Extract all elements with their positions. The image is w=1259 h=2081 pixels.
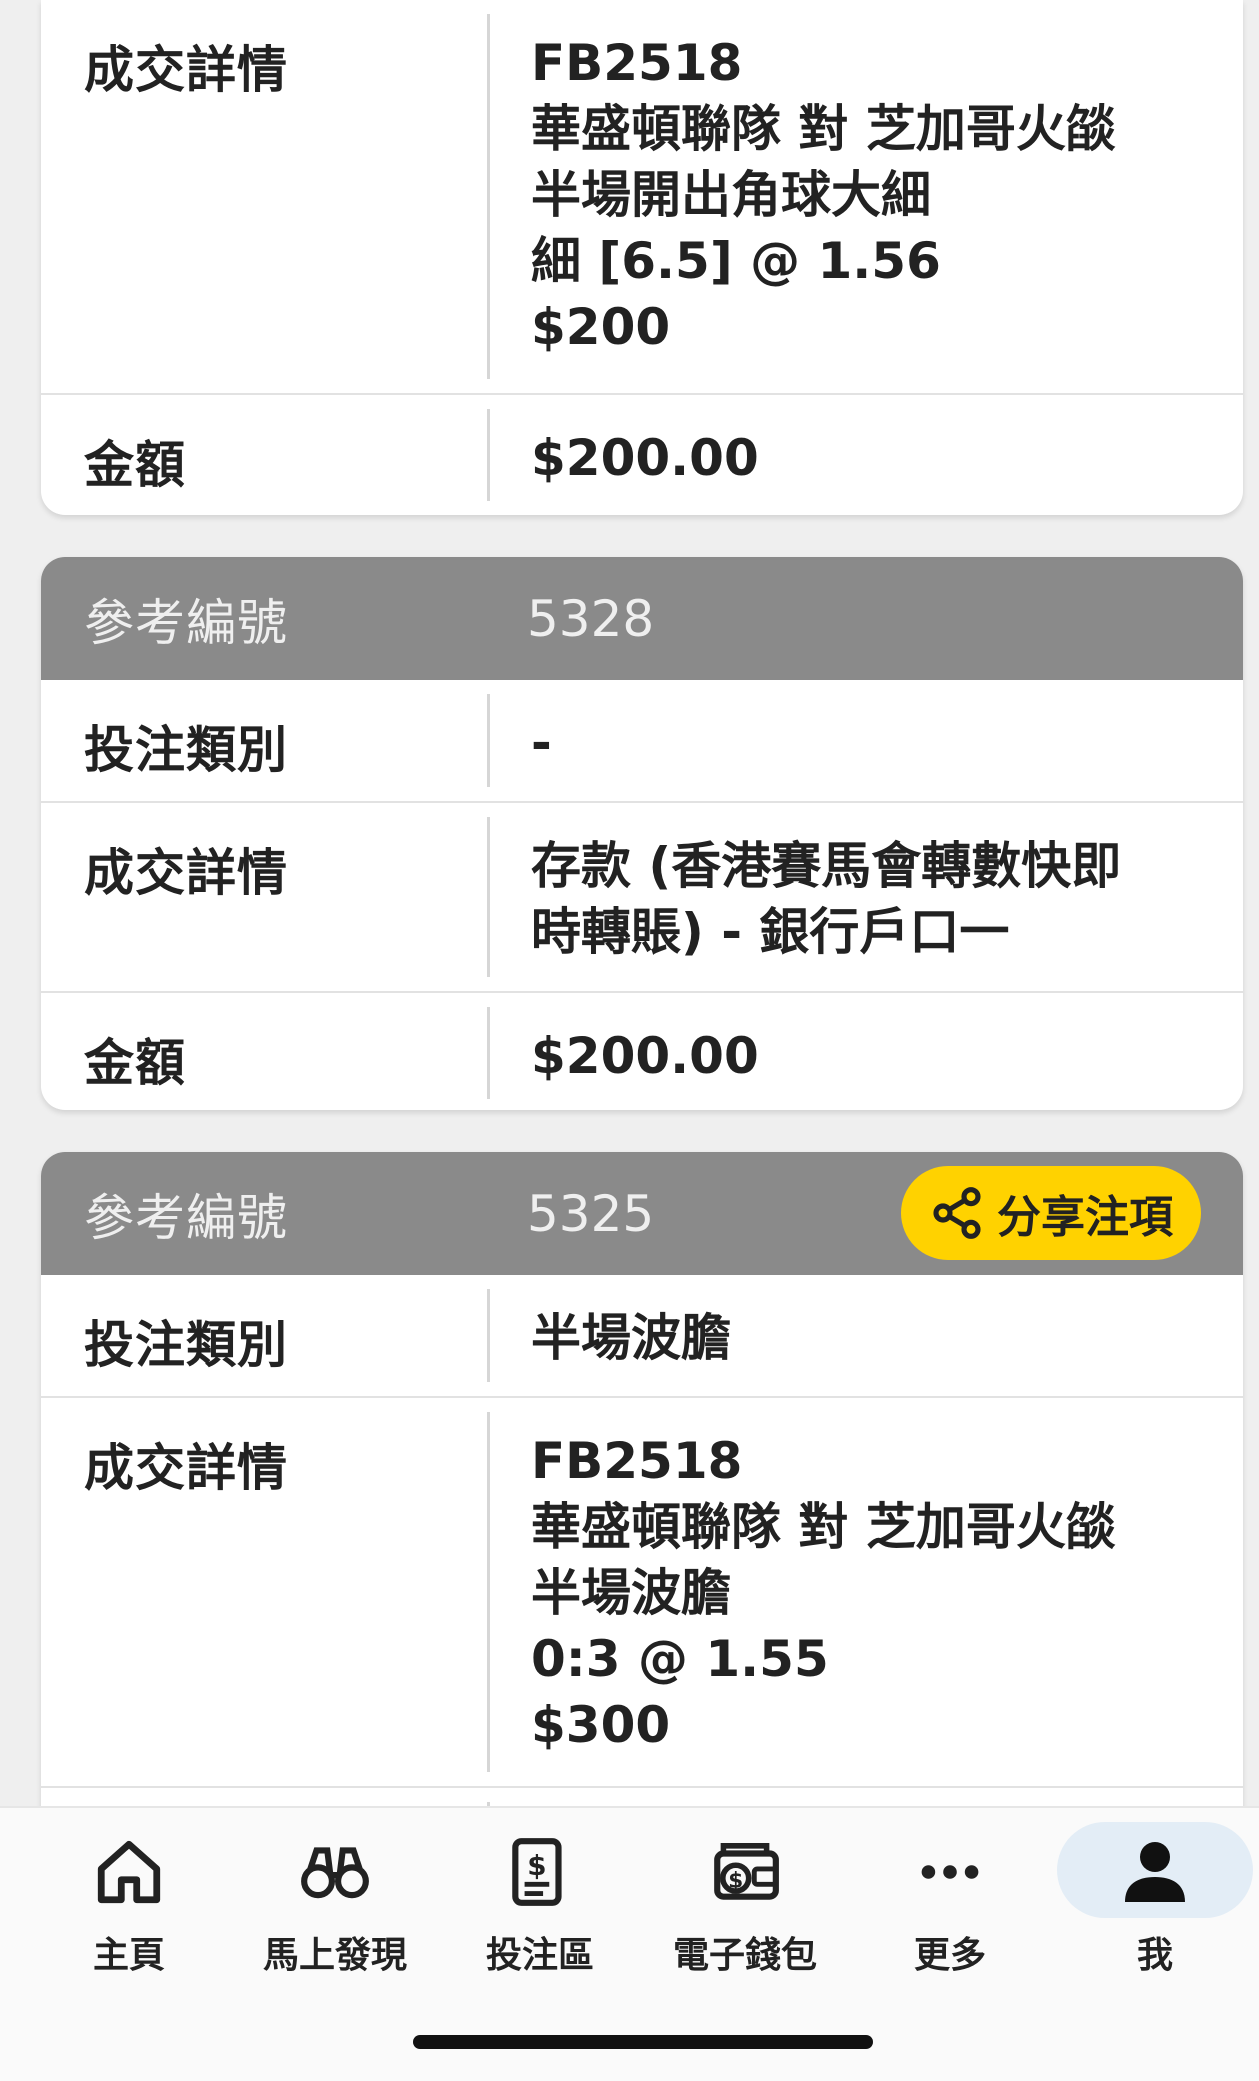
bet-type-label: 投注類別 bbox=[84, 721, 288, 779]
share-bet-button[interactable]: 分享注項 bbox=[901, 1166, 1201, 1260]
detail-line: 存款 (香港賽馬會轉數快即 bbox=[531, 837, 1122, 895]
column-divider bbox=[487, 1289, 490, 1382]
more-icon bbox=[921, 1865, 979, 1879]
detail-row: 成交詳情 FB2518 華盛頓聯隊 對 芝加哥火燄 半場開出角球大細 細 [6.… bbox=[41, 0, 1243, 395]
nav-item-betting[interactable]: $ 投注區 bbox=[440, 1828, 640, 1978]
bet-type-value: 半場波膽 bbox=[531, 1309, 731, 1367]
detail-row: 成交詳情 FB2518 華盛頓聯隊 對 芝加哥火燄 半場波膽 0:3 @ 1.5… bbox=[41, 1398, 1243, 1788]
card-header: 參考編號 5325 分享注項 bbox=[41, 1152, 1243, 1275]
detail-line: 華盛頓聯隊 對 芝加哥火燄 bbox=[531, 1498, 1116, 1556]
column-divider bbox=[487, 1412, 490, 1772]
detail-line: FB2518 bbox=[531, 34, 743, 92]
nav-label: 主頁 bbox=[92, 1935, 165, 1976]
bet-type-value: - bbox=[531, 714, 552, 772]
share-button-label: 分享注項 bbox=[997, 1192, 1173, 1243]
user-icon bbox=[1125, 1842, 1185, 1902]
column-divider bbox=[487, 694, 490, 787]
nav-item-more[interactable]: 更多 bbox=[850, 1828, 1050, 1978]
detail-line: 時轉賬) - 銀行戶口一 bbox=[531, 903, 1010, 961]
nav-item-wallet[interactable]: $ 電子錢包 bbox=[645, 1828, 845, 1978]
nav-item-discover[interactable]: 馬上發現 bbox=[235, 1828, 435, 1978]
transaction-card-2: 參考編號 5328 投注類別 - 成交詳情 存款 (香港賽馬會轉數快即 時轉賬)… bbox=[41, 557, 1243, 1110]
detail-line: 0:3 @ 1.55 bbox=[531, 1630, 829, 1688]
nav-label: 我 bbox=[1136, 1935, 1173, 1976]
bet-type-row: 投注類別 - bbox=[41, 680, 1243, 803]
detail-label: 成交詳情 bbox=[84, 1439, 288, 1497]
amount-row: 金額 $200.00 bbox=[41, 993, 1243, 1110]
column-divider bbox=[487, 409, 490, 501]
amount-label: 金額 bbox=[84, 436, 186, 494]
detail-row: 成交詳情 存款 (香港賽馬會轉數快即 時轉賬) - 銀行戶口一 bbox=[41, 803, 1243, 993]
transaction-card-1: 成交詳情 FB2518 華盛頓聯隊 對 芝加哥火燄 半場開出角球大細 細 [6.… bbox=[41, 0, 1243, 515]
nav-item-home[interactable]: 主頁 bbox=[29, 1828, 229, 1978]
detail-line: FB2518 bbox=[531, 1432, 743, 1490]
svg-text:$: $ bbox=[728, 1868, 743, 1893]
home-indicator[interactable] bbox=[413, 2035, 873, 2049]
detail-label: 成交詳情 bbox=[84, 41, 288, 99]
bet-type-row: 投注類別 半場波膽 bbox=[41, 1275, 1243, 1398]
card-header: 參考編號 5328 bbox=[41, 557, 1243, 680]
detail-value: FB2518 華盛頓聯隊 對 芝加哥火燄 半場開出角球大細 細 [6.5] @ … bbox=[531, 30, 1203, 360]
reference-number: 5328 bbox=[527, 589, 655, 648]
nav-label: 馬上發現 bbox=[262, 1935, 407, 1976]
detail-line: 半場開出角球大細 bbox=[531, 166, 931, 224]
reference-number: 5325 bbox=[527, 1184, 655, 1243]
detail-line: $300 bbox=[531, 1696, 671, 1754]
detail-line: 華盛頓聯隊 對 芝加哥火燄 bbox=[531, 100, 1116, 158]
amount-value: $200.00 bbox=[531, 429, 759, 487]
column-divider bbox=[487, 817, 490, 977]
wallet-icon: $ bbox=[714, 1843, 779, 1900]
home-icon bbox=[97, 1840, 161, 1904]
detail-label: 成交詳情 bbox=[84, 844, 288, 902]
share-icon bbox=[933, 1187, 981, 1239]
transaction-card-3: 參考編號 5325 分享注項 投注類別 半場波膽 成交詳情 FB2518 華盛頓… bbox=[41, 1152, 1243, 1852]
svg-text:$: $ bbox=[527, 1849, 546, 1882]
detail-value: FB2518 華盛頓聯隊 對 芝加哥火燄 半場波膽 0:3 @ 1.55 $30… bbox=[531, 1428, 1203, 1758]
amount-label: 金額 bbox=[84, 1034, 186, 1092]
detail-line: $200 bbox=[531, 298, 671, 356]
nav-label: 更多 bbox=[913, 1935, 986, 1976]
betting-slip-icon: $ bbox=[512, 1838, 562, 1906]
amount-row: 金額 $200.00 bbox=[41, 395, 1243, 515]
binoculars-icon bbox=[301, 1847, 369, 1899]
detail-line: 細 [6.5] @ 1.56 bbox=[531, 232, 941, 290]
amount-value: $200.00 bbox=[531, 1027, 759, 1085]
reference-label: 參考編號 bbox=[84, 593, 288, 652]
nav-item-me[interactable]: 我 bbox=[1055, 1828, 1255, 1978]
nav-label: 投注區 bbox=[485, 1935, 594, 1976]
reference-label: 參考編號 bbox=[84, 1188, 288, 1247]
column-divider bbox=[487, 14, 490, 379]
column-divider bbox=[487, 1007, 490, 1099]
detail-line: 半場波膽 bbox=[531, 1564, 731, 1622]
detail-value: 存款 (香港賽馬會轉數快即 時轉賬) - 銀行戶口一 bbox=[531, 833, 1203, 965]
nav-label: 電子錢包 bbox=[672, 1935, 817, 1976]
bet-type-label: 投注類別 bbox=[84, 1316, 288, 1374]
